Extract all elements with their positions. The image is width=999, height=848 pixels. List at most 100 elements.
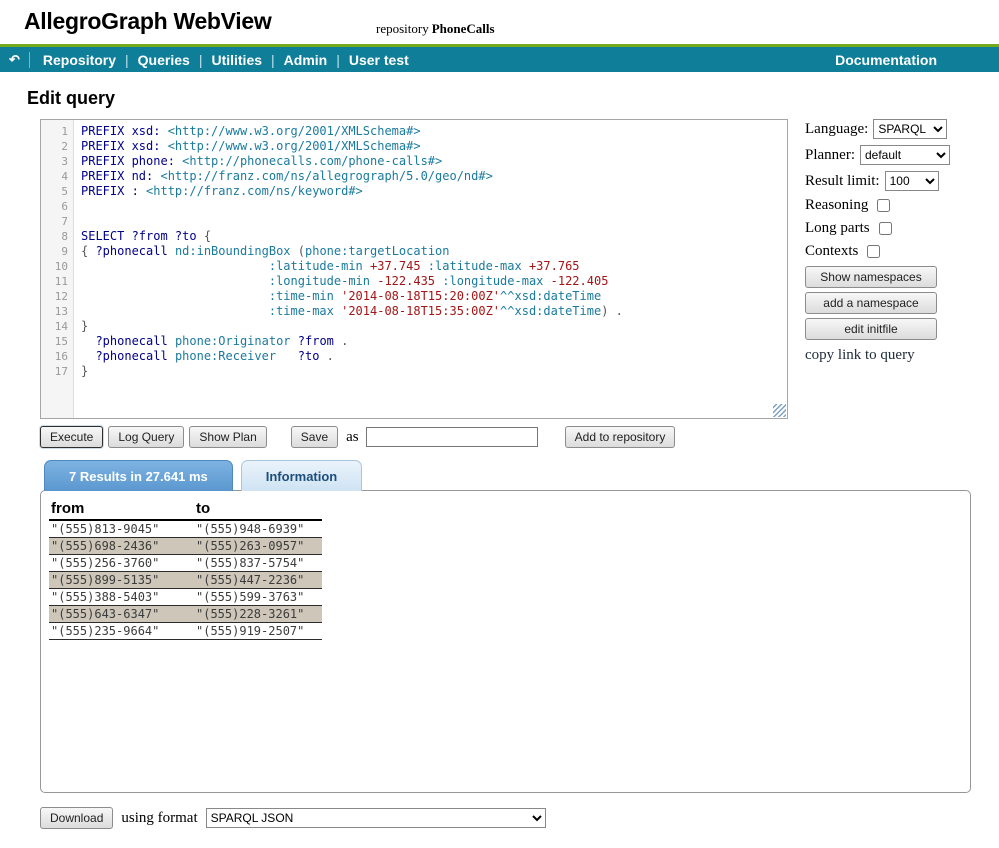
app-header: AllegroGraph WebView repositoryPhoneCall… <box>0 0 999 44</box>
language-label: Language: <box>805 121 868 138</box>
actions-row: Execute Log Query Show Plan Save as Add … <box>40 426 999 448</box>
result-cell: "(555)837-5754" <box>194 555 322 572</box>
line-number: 7 <box>41 214 68 229</box>
result-cell: "(555)919-2507" <box>194 623 322 640</box>
code-line[interactable]: PREFIX : <http://franz.com/ns/keyword#> <box>81 184 787 199</box>
result-limit-select[interactable]: 100 <box>885 171 939 191</box>
show-plan-button[interactable]: Show Plan <box>189 426 266 448</box>
code-line[interactable]: SELECT ?from ?to { <box>81 229 787 244</box>
code-line[interactable]: :latitude-min +37.745 :latitude-max +37.… <box>81 259 787 274</box>
tab-information[interactable]: Information <box>241 460 363 491</box>
reasoning-checkbox[interactable] <box>877 199 890 212</box>
line-number: 5 <box>41 184 68 199</box>
editor-row: 1234567891011121314151617 PREFIX xsd: <h… <box>40 119 999 419</box>
table-row: "(555)388-5403""(555)599-3763" <box>49 589 322 606</box>
tab-results[interactable]: 7 Results in 27.641 ms <box>44 460 233 491</box>
query-editor[interactable]: 1234567891011121314151617 PREFIX xsd: <h… <box>40 119 788 419</box>
planner-label: Planner: <box>805 147 855 164</box>
code-line[interactable] <box>81 214 787 229</box>
code-line[interactable]: ?phonecall phone:Originator ?from . <box>81 334 787 349</box>
results-header-row: from to <box>49 499 322 520</box>
nav-item-documentation[interactable]: Documentation <box>835 52 937 68</box>
line-number: 12 <box>41 289 68 304</box>
line-number: 17 <box>41 364 68 379</box>
result-limit-label: Result limit: <box>805 173 880 190</box>
editor-resize-handle[interactable] <box>773 404 786 417</box>
download-row: Download using format SPARQL JSON <box>40 807 999 829</box>
back-icon[interactable]: ↶ <box>6 52 30 68</box>
line-number: 14 <box>41 319 68 334</box>
code-lines[interactable]: PREFIX xsd: <http://www.w3.org/2001/XMLS… <box>74 120 787 418</box>
repository-name[interactable]: PhoneCalls <box>432 21 495 36</box>
result-cell: "(555)599-3763" <box>194 589 322 606</box>
download-button[interactable]: Download <box>40 807 113 829</box>
line-number: 3 <box>41 154 68 169</box>
code-line[interactable]: PREFIX nd: <http://franz.com/ns/allegrog… <box>81 169 787 184</box>
nav-item-queries[interactable]: Queries <box>129 52 199 68</box>
result-cell: "(555)643-6347" <box>49 606 194 623</box>
result-cell: "(555)256-3760" <box>49 555 194 572</box>
copy-link-to-query[interactable]: copy link to query <box>805 347 961 364</box>
format-select[interactable]: SPARQL JSON <box>206 808 546 828</box>
line-numbers: 1234567891011121314151617 <box>41 120 74 418</box>
column-header-to: to <box>194 499 322 520</box>
table-row: "(555)256-3760""(555)837-5754" <box>49 555 322 572</box>
code-line[interactable]: PREFIX phone: <http://phonecalls.com/pho… <box>81 154 787 169</box>
code-line[interactable]: PREFIX xsd: <http://www.w3.org/2001/XMLS… <box>81 139 787 154</box>
execute-button[interactable]: Execute <box>40 426 103 448</box>
code-line[interactable]: :longitude-min -122.435 :longitude-max -… <box>81 274 787 289</box>
table-row: "(555)643-6347""(555)228-3261" <box>49 606 322 623</box>
code-line[interactable]: PREFIX xsd: <http://www.w3.org/2001/XMLS… <box>81 124 787 139</box>
save-as-label: as <box>346 429 359 446</box>
code-line[interactable]: } <box>81 364 787 379</box>
reasoning-label: Reasoning <box>805 197 868 214</box>
code-line[interactable]: :time-min '2014-08-18T15:20:00Z'^^xsd:da… <box>81 289 787 304</box>
using-format-label: using format <box>121 810 197 827</box>
line-number: 4 <box>41 169 68 184</box>
line-number: 15 <box>41 334 68 349</box>
line-number: 8 <box>41 229 68 244</box>
log-query-button[interactable]: Log Query <box>108 426 184 448</box>
line-number: 2 <box>41 139 68 154</box>
page: AllegroGraph WebView repositoryPhoneCall… <box>0 0 999 848</box>
table-row: "(555)899-5135""(555)447-2236" <box>49 572 322 589</box>
show-namespaces-button[interactable]: Show namespaces <box>805 266 937 288</box>
long-parts-checkbox[interactable] <box>879 222 892 235</box>
save-button[interactable]: Save <box>291 426 338 448</box>
result-cell: "(555)388-5403" <box>49 589 194 606</box>
save-name-input[interactable] <box>366 427 538 447</box>
line-number: 16 <box>41 349 68 364</box>
line-number: 11 <box>41 274 68 289</box>
add-to-repository-button[interactable]: Add to repository <box>565 426 676 448</box>
code-line[interactable] <box>81 199 787 214</box>
results-tabs: 7 Results in 27.641 ms Information <box>44 460 999 491</box>
add-namespace-button[interactable]: add a namespace <box>805 292 937 314</box>
query-options: Language: SPARQL Planner: default Result… <box>805 119 961 419</box>
result-cell: "(555)899-5135" <box>49 572 194 589</box>
nav-item-repository[interactable]: Repository <box>34 52 125 68</box>
repository-info: repositoryPhoneCalls <box>376 21 495 37</box>
code-line[interactable]: ?phonecall phone:Receiver ?to . <box>81 349 787 364</box>
main-nav: ↶ Repository | Queries | Utilities | Adm… <box>0 47 999 72</box>
line-number: 13 <box>41 304 68 319</box>
result-cell: "(555)447-2236" <box>194 572 322 589</box>
code-line[interactable]: { ?phonecall nd:inBoundingBox (phone:tar… <box>81 244 787 259</box>
code-line[interactable]: } <box>81 319 787 334</box>
table-row: "(555)698-2436""(555)263-0957" <box>49 538 322 555</box>
long-parts-label: Long parts <box>805 220 870 237</box>
nav-item-admin[interactable]: Admin <box>275 52 337 68</box>
line-number: 1 <box>41 124 68 139</box>
app-title: AllegroGraph WebView <box>24 8 271 35</box>
line-number: 9 <box>41 244 68 259</box>
results-body: "(555)813-9045""(555)948-6939""(555)698-… <box>49 520 322 640</box>
nav-item-user-test[interactable]: User test <box>340 52 418 68</box>
contexts-checkbox[interactable] <box>867 245 880 258</box>
edit-initfile-button[interactable]: edit initfile <box>805 318 937 340</box>
results-table: from to "(555)813-9045""(555)948-6939""(… <box>49 499 322 640</box>
result-cell: "(555)263-0957" <box>194 538 322 555</box>
line-number: 6 <box>41 199 68 214</box>
nav-item-utilities[interactable]: Utilities <box>202 52 271 68</box>
planner-select[interactable]: default <box>860 145 950 165</box>
language-select[interactable]: SPARQL <box>873 119 947 139</box>
code-line[interactable]: :time-max '2014-08-18T15:35:00Z'^^xsd:da… <box>81 304 787 319</box>
